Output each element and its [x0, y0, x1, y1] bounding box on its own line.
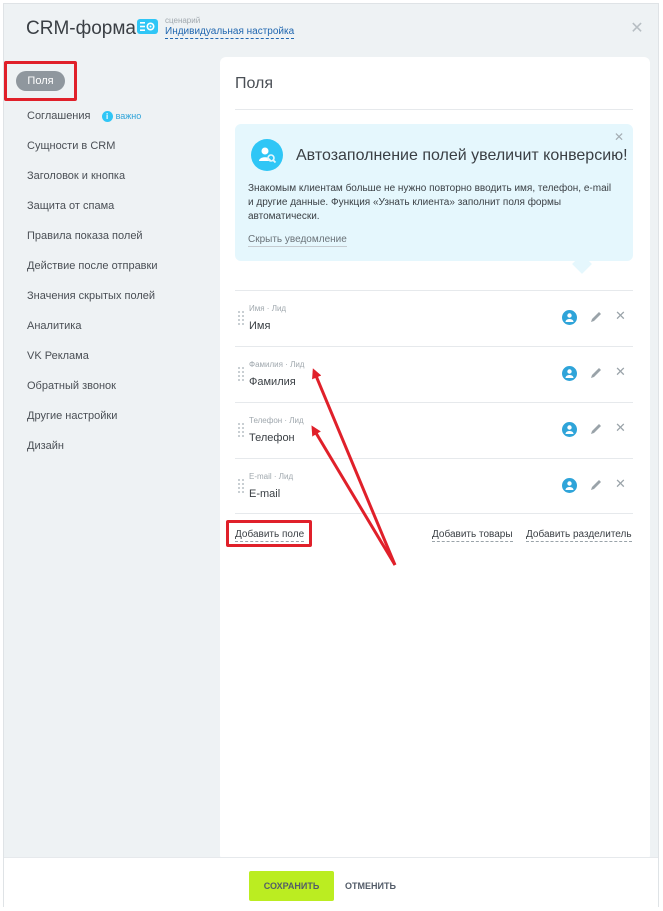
field-label: E-mail: [249, 488, 281, 500]
client-recognition-icon[interactable]: [562, 366, 577, 381]
sidebar-item-fields[interactable]: Поля: [4, 59, 216, 101]
page-title: CRM-форма: [26, 18, 136, 39]
scenario-caption: сценарий: [165, 16, 201, 25]
field-label: Телефон: [249, 432, 295, 444]
sidebar-item-label: Значения скрытых полей: [27, 290, 156, 302]
pencil-icon[interactable]: [589, 366, 603, 380]
sidebar-item-label: Другие настройки: [27, 410, 118, 422]
delete-icon[interactable]: ✕: [615, 420, 626, 436]
info-icon: i: [101, 110, 113, 122]
sidebar-item-crm-entities[interactable]: Сущности в CRM: [4, 131, 216, 161]
field-row-surname[interactable]: Фамилия · Лид Фамилия ✕: [235, 346, 633, 402]
sidebar-item-vk-ads[interactable]: VK Реклама: [4, 341, 216, 371]
drag-handle-icon[interactable]: [238, 311, 244, 325]
sidebar-item-label: Дизайн: [27, 440, 64, 452]
sidebar-item-after-submit[interactable]: Действие после отправки: [4, 251, 216, 281]
field-caption: Фамилия · Лид: [249, 360, 305, 369]
sidebar-item-label: Защита от спама: [27, 200, 115, 212]
field-row-email[interactable]: E-mail · Лид E-mail ✕: [235, 458, 633, 514]
delete-icon[interactable]: ✕: [615, 308, 626, 324]
sidebar-item-label: Действие после отправки: [27, 260, 158, 272]
field-actions: Добавить поле Добавить товары Добавить р…: [235, 526, 633, 546]
drag-handle-icon[interactable]: [238, 367, 244, 381]
sidebar-item-analytics[interactable]: Аналитика: [4, 311, 216, 341]
sidebar-item-spam-protection[interactable]: Защита от спама: [4, 191, 216, 221]
footer: СОХРАНИТЬ ОТМЕНИТЬ: [4, 857, 658, 908]
panel-title: Поля: [235, 75, 274, 92]
add-field-link[interactable]: Добавить поле: [235, 528, 305, 542]
sidebar-item-label: VK Реклама: [27, 350, 89, 362]
fields-list: Имя · Лид Имя ✕ Фамилия · Лид Фамилия ✕ …: [235, 290, 633, 514]
client-recognition-icon[interactable]: [562, 478, 577, 493]
notice-title: Автозаполнение полей увеличит конверсию!: [296, 147, 628, 164]
sidebar-item-agreements[interactable]: Соглашения i важно: [4, 101, 216, 131]
add-divider-link[interactable]: Добавить разделитель: [526, 528, 632, 542]
delete-icon[interactable]: ✕: [615, 476, 626, 492]
crm-form-window: CRM-форма сценарий Индивидуальная настро…: [3, 3, 659, 908]
important-badge-text: важно: [115, 111, 142, 122]
sidebar-item-other-settings[interactable]: Другие настройки: [4, 401, 216, 431]
save-button[interactable]: СОХРАНИТЬ: [249, 871, 334, 901]
pencil-icon[interactable]: [589, 422, 603, 436]
field-row-phone[interactable]: Телефон · Лид Телефон ✕: [235, 402, 633, 458]
field-caption: Имя · Лид: [249, 304, 287, 313]
notice-tail: [572, 254, 592, 274]
sidebar-item-label: Обратный звонок: [27, 380, 116, 392]
important-badge: i важно: [101, 110, 142, 122]
delete-icon[interactable]: ✕: [615, 364, 626, 380]
add-goods-link[interactable]: Добавить товары: [432, 528, 513, 542]
pencil-icon[interactable]: [589, 310, 603, 324]
close-icon[interactable]: ✕: [630, 21, 644, 37]
sidebar-item-label: Заголовок и кнопка: [27, 170, 126, 182]
divider: [235, 109, 633, 110]
sidebar-item-label: Правила показа полей: [27, 230, 143, 242]
client-recognition-icon[interactable]: [562, 310, 577, 325]
scenario-link[interactable]: Индивидуальная настройка: [165, 26, 295, 39]
sidebar-item-label: Сущности в CRM: [27, 140, 116, 152]
field-caption: Телефон · Лид: [249, 416, 304, 425]
sidebar-item-label: Аналитика: [27, 320, 82, 332]
field-label: Имя: [249, 320, 271, 332]
notice-close-icon[interactable]: ✕: [614, 130, 624, 144]
sidebar-item-title-button[interactable]: Заголовок и кнопка: [4, 161, 216, 191]
sidebar: Поля Соглашения i важно Сущности в CRM За…: [4, 59, 216, 461]
notice-text: Знакомым клиентам больше не нужно повтор…: [248, 183, 612, 222]
header: CRM-форма сценарий Индивидуальная настро…: [4, 4, 658, 59]
autofill-notice: Автозаполнение полей увеличит конверсию!…: [235, 124, 633, 274]
drag-handle-icon[interactable]: [238, 479, 244, 493]
sidebar-item-design[interactable]: Дизайн: [4, 431, 216, 461]
scenario-settings-icon[interactable]: [137, 19, 158, 34]
user-search-icon: [251, 139, 283, 171]
sidebar-item-field-rules[interactable]: Правила показа полей: [4, 221, 216, 251]
fields-panel: Поля Автозаполнение полей увеличит конве…: [220, 57, 650, 861]
cancel-button[interactable]: ОТМЕНИТЬ: [345, 871, 396, 901]
sidebar-item-fields-label: Поля: [16, 71, 65, 91]
sidebar-item-hidden-fields[interactable]: Значения скрытых полей: [4, 281, 216, 311]
sidebar-item-label: Соглашения: [27, 110, 91, 122]
hide-notice-link[interactable]: Скрыть уведомление: [248, 234, 347, 247]
field-label: Фамилия: [249, 376, 296, 388]
drag-handle-icon[interactable]: [238, 423, 244, 437]
pencil-icon[interactable]: [589, 478, 603, 492]
field-caption: E-mail · Лид: [249, 472, 294, 481]
field-row-name[interactable]: Имя · Лид Имя ✕: [235, 290, 633, 346]
sidebar-item-callback[interactable]: Обратный звонок: [4, 371, 216, 401]
client-recognition-icon[interactable]: [562, 422, 577, 437]
